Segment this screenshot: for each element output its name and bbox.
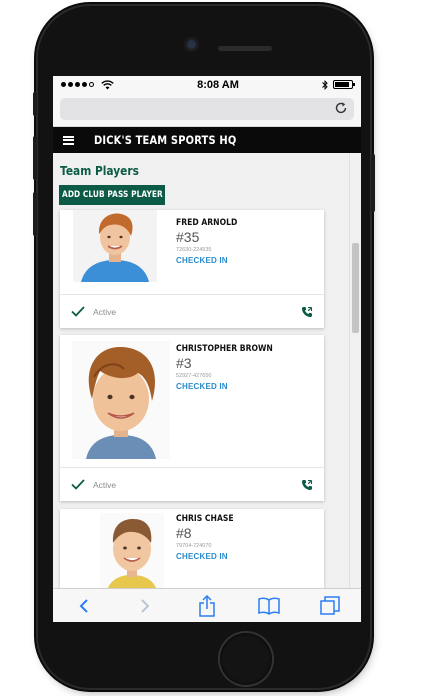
status-bar: 8:08 AM (53, 76, 361, 93)
bluetooth-icon (322, 79, 328, 90)
phone-icon[interactable] (301, 306, 313, 318)
player-info: FRED ARNOLD #35 72630-224935 CHECKED IN (176, 218, 244, 265)
wifi-icon (101, 79, 114, 89)
add-club-pass-player-button[interactable]: ADD CLUB PASS PLAYER (59, 185, 165, 205)
scrollbar-thumb[interactable] (352, 243, 359, 333)
bookmarks-icon[interactable] (257, 594, 281, 618)
scrollbar[interactable] (349, 153, 361, 588)
active-status-label: Active (93, 306, 117, 317)
player-number: #3 (176, 355, 192, 371)
status-time: 8:08 AM (197, 78, 239, 91)
checkmark-icon (71, 479, 85, 490)
active-status-label: Active (93, 479, 117, 490)
add-club-pass-player-label: ADD CLUB PASS PLAYER (61, 190, 163, 200)
volume-up-button (33, 136, 37, 180)
player-id: 72630-224935 (176, 247, 212, 253)
front-camera (186, 39, 197, 50)
player-name: CHRIS CHASE (176, 514, 234, 524)
mute-switch (33, 92, 37, 116)
player-id: 52927-427650 (176, 373, 212, 379)
card-footer: Active (60, 467, 324, 501)
checkmark-icon (71, 306, 85, 317)
share-icon[interactable] (195, 594, 219, 618)
player-id: 79704-724070 (176, 543, 212, 549)
browser-address-area (53, 93, 361, 127)
brand-logo-text: DICK'S TEAM SPORTS HQ (94, 133, 237, 147)
player-card[interactable]: CHRIS CHASE #8 79704-724070 CHECKED IN (60, 509, 324, 588)
player-name: CHRISTOPHER BROWN (176, 344, 273, 354)
url-bar[interactable] (60, 98, 354, 120)
checked-in-link[interactable]: CHECKED IN (176, 552, 240, 561)
player-info: CHRISTOPHER BROWN #3 52927-427650 CHECKE… (176, 344, 284, 391)
player-photo (73, 210, 157, 282)
player-photo (72, 341, 170, 459)
battery-icon (333, 80, 355, 89)
checked-in-link[interactable]: CHECKED IN (176, 382, 284, 391)
player-number: #35 (176, 229, 200, 245)
player-name: FRED ARNOLD (176, 218, 238, 228)
signal-strength-icon (61, 79, 114, 90)
page-title: Team Players (60, 163, 139, 178)
back-icon[interactable] (72, 594, 96, 618)
power-button (371, 154, 375, 212)
player-info: CHRIS CHASE #8 79704-724070 CHECKED IN (176, 514, 240, 561)
player-photo (100, 513, 164, 588)
menu-icon[interactable] (63, 135, 74, 145)
browser-toolbar (53, 588, 361, 622)
player-number: #8 (176, 525, 192, 541)
tabs-icon[interactable] (318, 594, 342, 618)
battery-level-fill (335, 82, 350, 87)
home-button[interactable] (220, 633, 272, 685)
card-footer: Active (60, 294, 324, 328)
earpiece-speaker (218, 46, 272, 51)
app-header: DICK'S TEAM SPORTS HQ (53, 127, 361, 153)
reload-icon[interactable] (334, 101, 348, 115)
player-card[interactable]: CHRISTOPHER BROWN #3 52927-427650 CHECKE… (60, 335, 324, 501)
players-page: Team Players ADD CLUB PASS PLAYER FRED A… (53, 153, 349, 588)
forward-icon[interactable] (133, 594, 157, 618)
phone-screen: 8:08 AM DICK'S TEAM SPORTS HQ Team Playe… (53, 76, 361, 622)
player-card[interactable]: FRED ARNOLD #35 72630-224935 CHECKED IN … (60, 210, 324, 328)
volume-down-button (33, 192, 37, 236)
checked-in-link[interactable]: CHECKED IN (176, 256, 244, 265)
phone-icon[interactable] (301, 479, 313, 491)
